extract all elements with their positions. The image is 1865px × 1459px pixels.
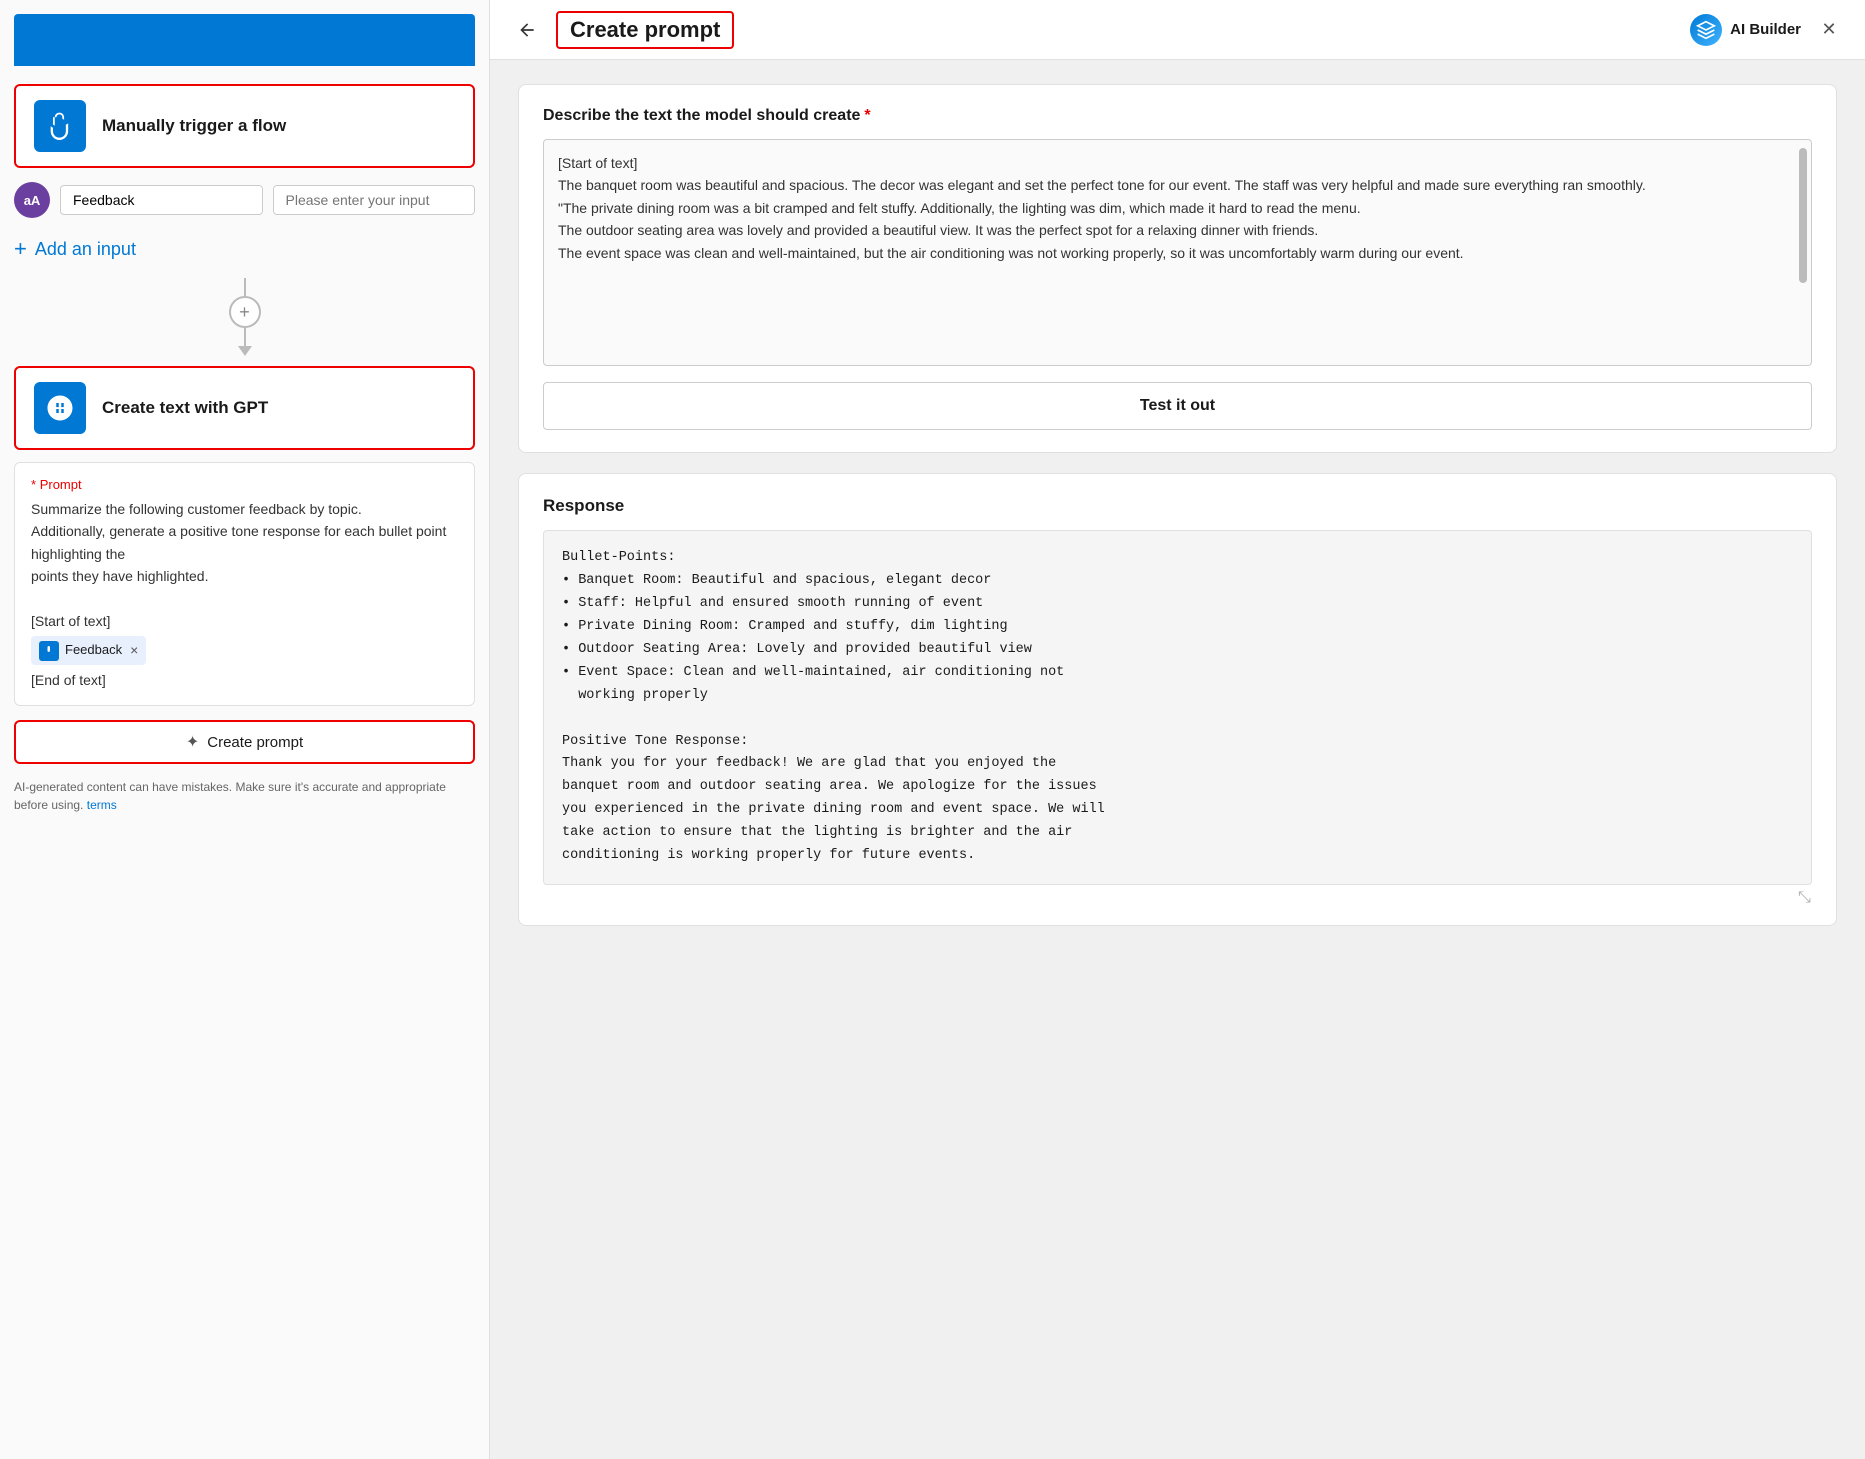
left-panel: Manually trigger a flow aA + Add an inpu…	[0, 0, 490, 1459]
right-panel: Create prompt AI Builder ✕ Describe the …	[490, 0, 1865, 1459]
add-input-label: Add an input	[35, 239, 136, 260]
resize-icon[interactable]: ⤡	[1798, 889, 1812, 903]
connector-line-top	[244, 278, 246, 296]
right-header: Create prompt AI Builder ✕	[490, 0, 1865, 60]
trigger-label: Manually trigger a flow	[102, 116, 286, 136]
gpt-label: Create text with GPT	[102, 398, 268, 418]
prompt-textarea-wrapper	[543, 139, 1812, 366]
input-row: aA	[14, 182, 475, 218]
feedback-tag-icon	[39, 641, 59, 661]
feedback-label-field[interactable]	[60, 185, 263, 215]
avatar: aA	[14, 182, 50, 218]
response-title: Response	[543, 496, 1812, 516]
gpt-icon	[34, 382, 86, 434]
textarea-scrollbar[interactable]	[1799, 148, 1807, 283]
prompt-label: * Prompt	[31, 477, 458, 492]
ai-builder-logo: AI Builder	[1690, 14, 1801, 46]
right-content: Describe the text the model should creat…	[490, 60, 1865, 1459]
required-marker: *	[864, 107, 870, 124]
add-input-plus-icon: +	[14, 236, 27, 262]
connector-area: +	[0, 278, 489, 356]
trigger-block[interactable]: Manually trigger a flow	[14, 84, 475, 168]
back-button[interactable]	[510, 13, 544, 47]
test-it-out-button[interactable]: Test it out	[543, 382, 1812, 430]
ai-builder-label: AI Builder	[1730, 21, 1801, 38]
connector-plus[interactable]: +	[229, 296, 261, 328]
feedback-tag[interactable]: Feedback ×	[31, 636, 146, 664]
prompt-textarea[interactable]	[544, 140, 1811, 360]
create-prompt-button[interactable]: ✦ Create prompt	[14, 720, 475, 764]
describe-card: Describe the text the model should creat…	[518, 84, 1837, 453]
sparkle-icon: ✦	[186, 732, 199, 752]
ai-builder-logo-icon	[1690, 14, 1722, 46]
page-title: Create prompt	[570, 17, 720, 42]
top-bar	[14, 14, 475, 66]
response-resize-handle[interactable]: ⤡	[543, 889, 1812, 903]
prompt-text: Summarize the following customer feedbac…	[31, 498, 458, 691]
prompt-section: * Prompt Summarize the following custome…	[14, 462, 475, 706]
describe-title: Describe the text the model should creat…	[543, 107, 1812, 125]
connector-line-bottom	[244, 328, 246, 346]
trigger-icon	[34, 100, 86, 152]
ai-notice-link[interactable]: terms	[87, 798, 117, 812]
response-card: Response Bullet-Points: • Banquet Room: …	[518, 473, 1837, 926]
feedback-placeholder-field[interactable]	[273, 185, 476, 215]
add-input-row[interactable]: + Add an input	[14, 236, 475, 262]
page-title-box: Create prompt	[556, 11, 734, 49]
feedback-tag-close[interactable]: ×	[130, 639, 138, 661]
connector-arrow	[238, 346, 252, 356]
response-box: Bullet-Points: • Banquet Room: Beautiful…	[543, 530, 1812, 885]
close-button[interactable]: ✕	[1813, 14, 1845, 46]
gpt-block[interactable]: Create text with GPT	[14, 366, 475, 450]
ai-notice: AI-generated content can have mistakes. …	[14, 778, 475, 814]
